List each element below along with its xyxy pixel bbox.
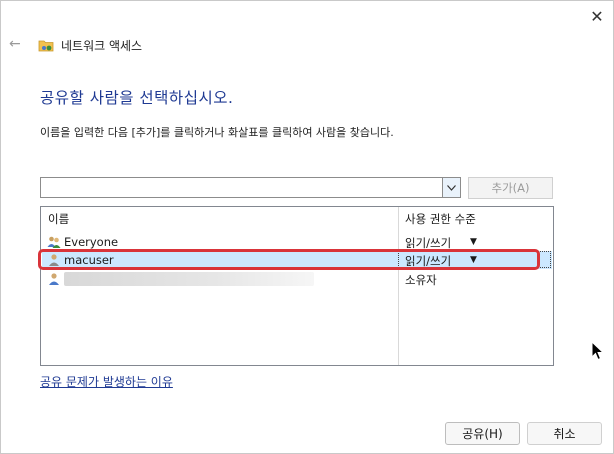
instruction-text: 이름을 입력한 다음 [추가]를 클릭하거나 화살표를 클릭하여 사람을 찾습니…	[40, 126, 394, 139]
column-header-permission[interactable]: 사용 권한 수준	[405, 211, 476, 227]
list-item[interactable]: 소유자	[42, 270, 552, 288]
back-arrow-icon[interactable]: ←	[9, 36, 21, 52]
redacted-name	[64, 272, 314, 286]
mouse-cursor-icon	[591, 341, 605, 361]
chevron-down-icon[interactable]	[442, 178, 460, 197]
close-icon[interactable]: ✕	[587, 6, 607, 26]
dropdown-arrow-icon[interactable]: ▼	[470, 237, 477, 247]
share-button[interactable]: 공유(H)	[445, 422, 520, 445]
user-name: Everyone	[64, 235, 119, 249]
user-combobox[interactable]	[40, 177, 461, 198]
window-title: 네트워크 액세스	[61, 39, 143, 53]
shared-folder-icon	[38, 40, 54, 52]
permission-level: 소유자	[405, 273, 437, 287]
column-header-name[interactable]: 이름	[48, 211, 69, 227]
network-access-dialog: ✕ ← 네트워크 액세스 공유할 사람을 선택하십시오. 이름을 입력한 다음 …	[0, 0, 614, 454]
group-icon	[47, 236, 61, 248]
add-button[interactable]: 추가(A)	[468, 177, 553, 199]
user-icon	[49, 273, 59, 285]
sharing-problems-link[interactable]: 공유 문제가 발생하는 이유	[40, 373, 173, 390]
share-list[interactable]: 이름 사용 권한 수준 Everyone 읽기/쓰기 ▼ macuser 읽기/…	[40, 206, 554, 366]
cancel-button[interactable]: 취소	[527, 422, 602, 445]
annotation-highlight	[38, 249, 540, 270]
page-heading: 공유할 사람을 선택하십시오.	[40, 89, 234, 107]
